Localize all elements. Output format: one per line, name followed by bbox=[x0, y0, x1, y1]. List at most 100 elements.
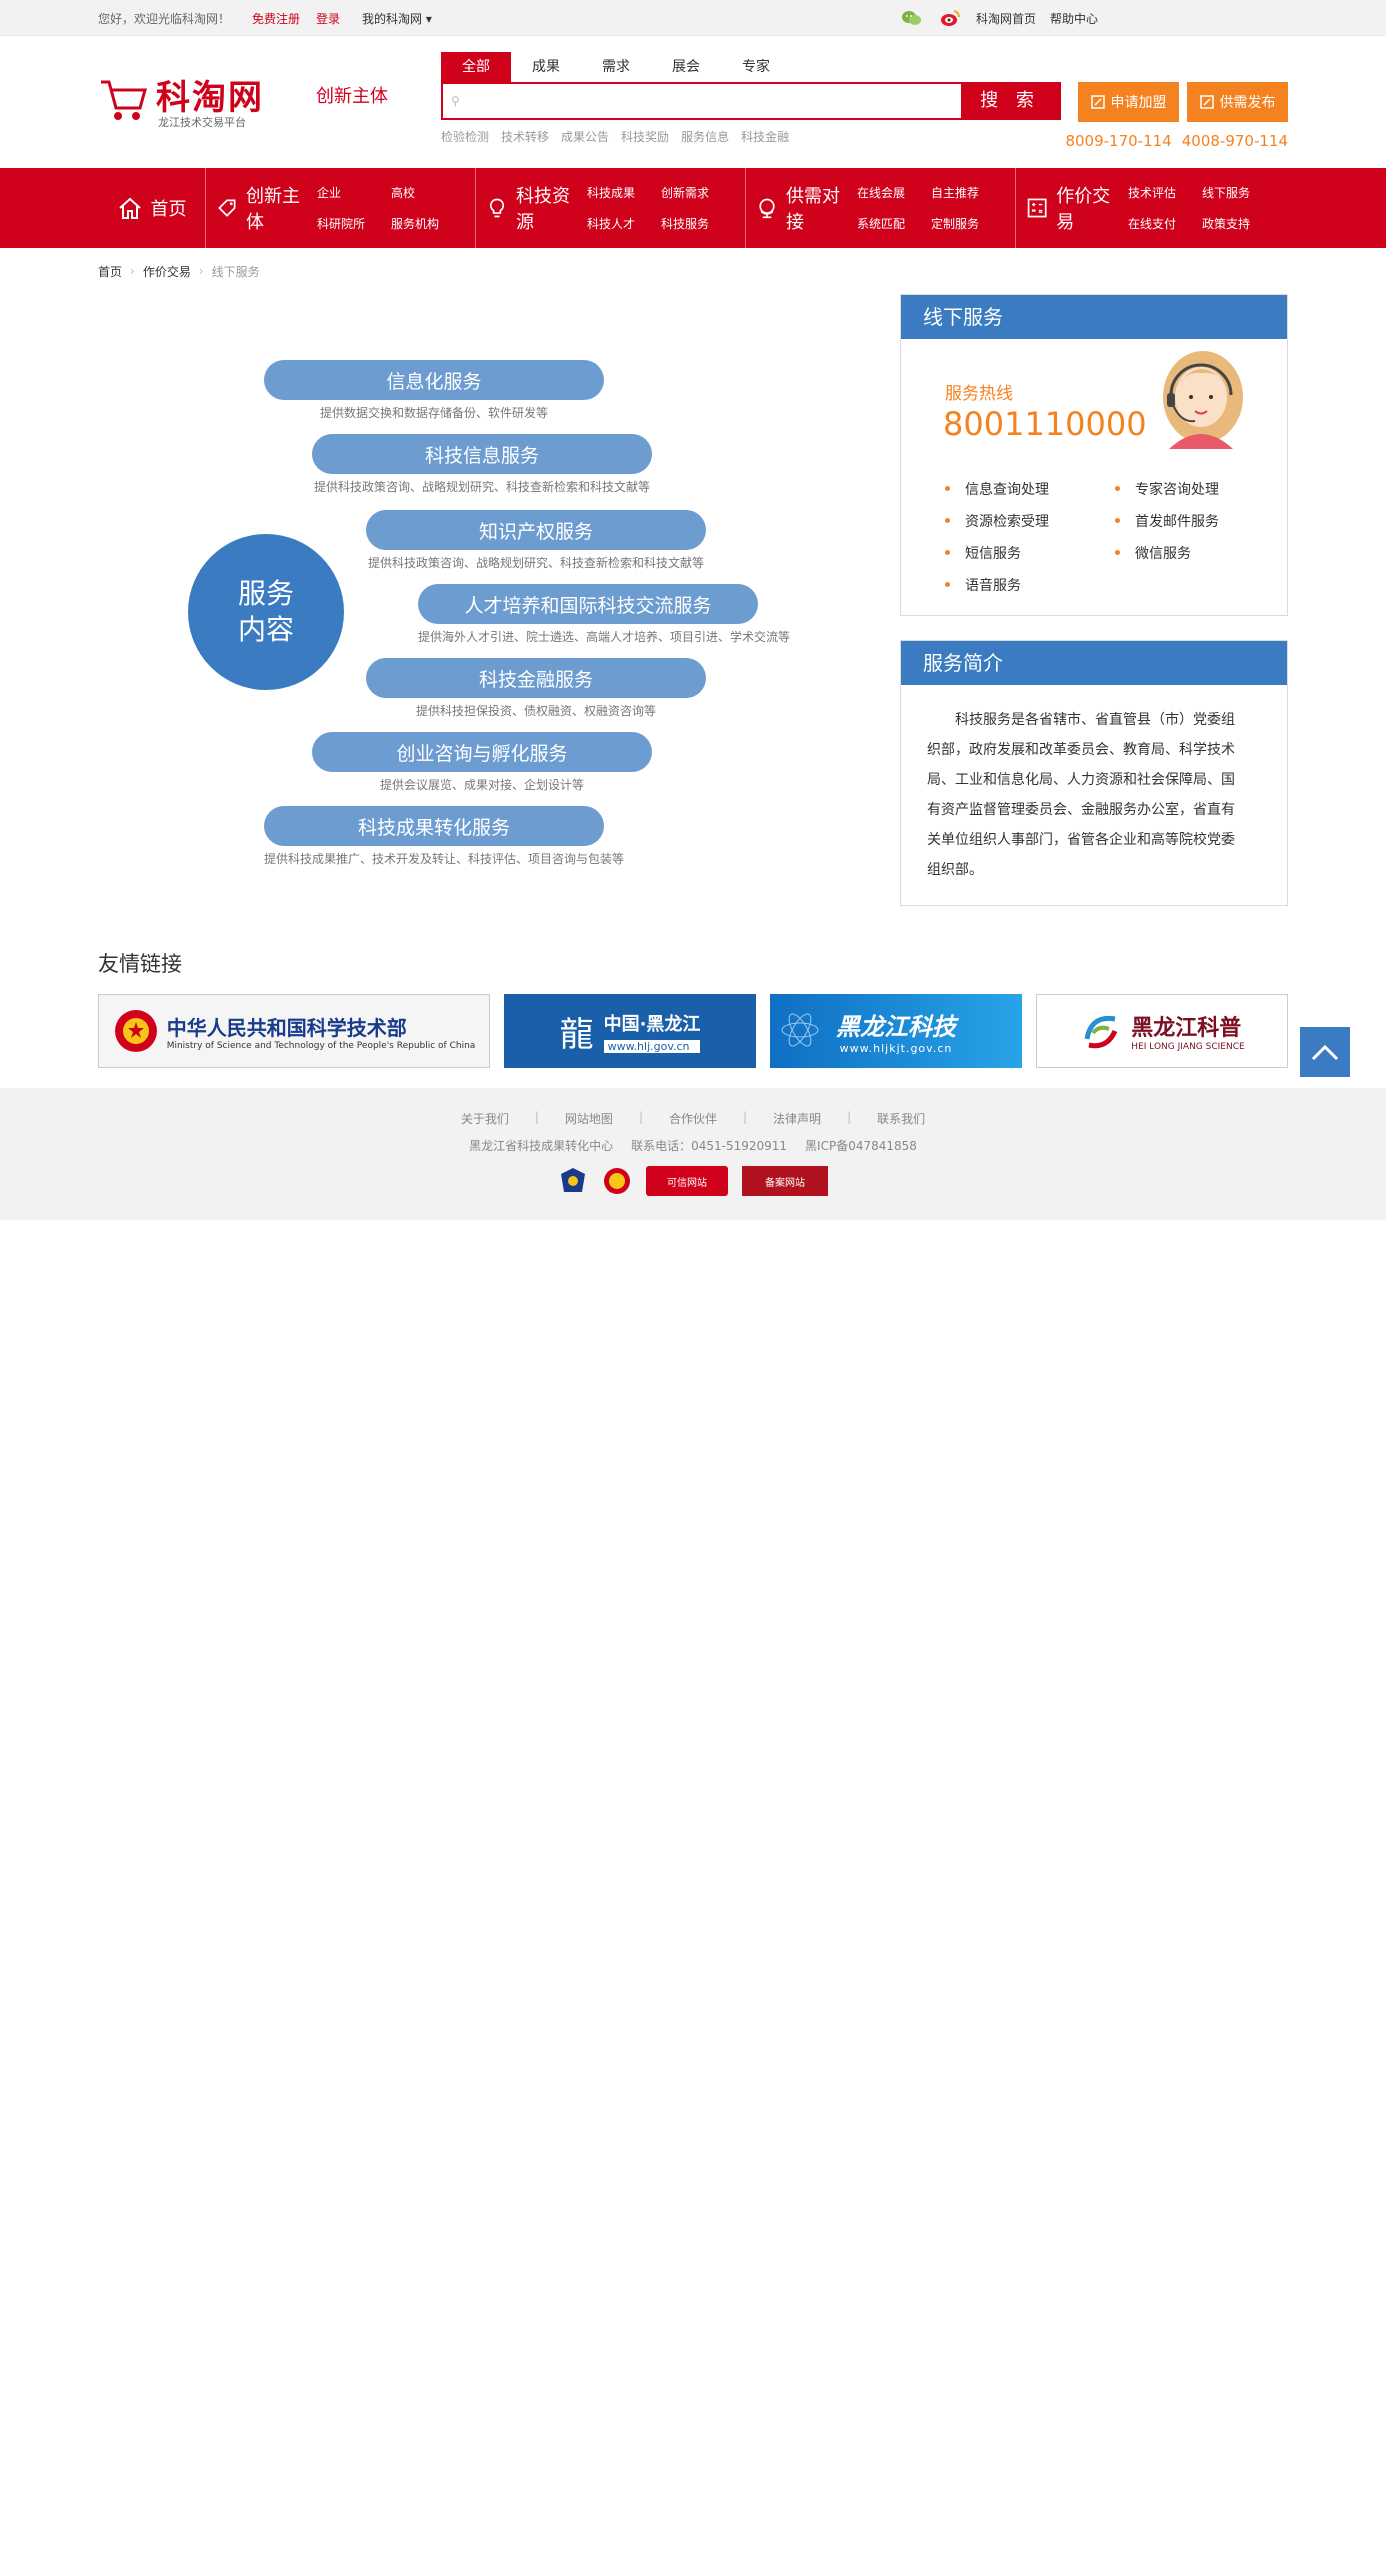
search-input[interactable] bbox=[443, 84, 961, 118]
nav-link[interactable]: 政策支持 bbox=[1202, 215, 1276, 232]
wechat-icon[interactable] bbox=[900, 9, 924, 27]
hot-word[interactable]: 技术转移 bbox=[501, 128, 549, 145]
friend-links: 中华人民共和国科学技术部 Ministry of Science and Tec… bbox=[98, 994, 1288, 1068]
weibo-icon[interactable] bbox=[938, 9, 962, 27]
badge-label: 备案网站 bbox=[765, 1177, 805, 1189]
hotline-number: 8001110000 bbox=[943, 405, 1147, 443]
service-desc: 提供科技成果推广、技术开发及转让、科技评估、项目咨询与包装等 bbox=[264, 852, 625, 866]
service-desc: 提供科技政策咨询、战略规划研究、科技查新检索和科技文献等 bbox=[367, 556, 704, 570]
nav-home[interactable]: 首页 bbox=[98, 168, 206, 248]
offline-service-item[interactable]: 首发邮件服务 bbox=[1115, 511, 1285, 531]
footer-link-about[interactable]: 关于我们 bbox=[461, 1110, 509, 1127]
nav-link[interactable]: 企业 bbox=[317, 184, 391, 201]
publish-demand-button[interactable]: 供需发布 bbox=[1187, 82, 1288, 122]
logo[interactable]: 科淘网 龙江技术交易平台 创新主体 bbox=[98, 68, 398, 129]
friend-link-hlj-gov[interactable]: 龍 中国·黑龙江 www.hlj.gov.cn bbox=[504, 994, 756, 1068]
nav-link[interactable]: 在线支付 bbox=[1128, 215, 1202, 232]
site-home-link[interactable]: 科淘网首页 bbox=[976, 10, 1036, 27]
nav-link[interactable]: 技术评估 bbox=[1128, 184, 1202, 201]
offline-service-box: 线下服务 服务热线 8001110000 信息查询处理 专家咨询处理 资源检索受… bbox=[900, 294, 1288, 616]
offline-service-title: 线下服务 bbox=[901, 295, 1287, 339]
search-button[interactable]: 搜 索 bbox=[961, 84, 1059, 118]
nav-group-title[interactable]: 供需对接 bbox=[786, 182, 847, 234]
nav-group-title[interactable]: 科技资源 bbox=[516, 182, 577, 234]
nav-link[interactable]: 线下服务 bbox=[1202, 184, 1276, 201]
friend-link-name: 黑龙江科普 bbox=[1131, 1016, 1242, 1041]
chevron-up-icon bbox=[1311, 1044, 1339, 1061]
national-emblem-icon bbox=[114, 1010, 157, 1052]
hot-word[interactable]: 成果公告 bbox=[561, 128, 609, 145]
footer-divider: | bbox=[638, 1110, 643, 1124]
footer-link-partners[interactable]: 合作伙伴 bbox=[669, 1110, 717, 1127]
breadcrumb-current: 线下服务 bbox=[211, 264, 260, 279]
apply-join-button[interactable]: 申请加盟 bbox=[1078, 82, 1179, 122]
nav-link[interactable]: 服务机构 bbox=[391, 215, 465, 232]
service-intro-text: 科技服务是各省辖市、省直管县（市）党委组织部，政府发展和改革委员会、教育局、科学… bbox=[927, 712, 1235, 878]
phone-2: 4008-970-114 bbox=[1181, 132, 1288, 150]
offline-service-item[interactable]: 信息查询处理 bbox=[945, 479, 1115, 499]
my-account-dropdown[interactable]: 我的科淘网 ▾ bbox=[362, 10, 432, 27]
service-pill[interactable]: 科技金融服务 bbox=[366, 658, 706, 698]
search-area: 全部 成果 需求 展会 专家 搜 索 ⚲ 检验检测 技术转移 成果公告 科技奖励… bbox=[441, 52, 1061, 145]
hot-word[interactable]: 科技金融 bbox=[741, 128, 789, 145]
footer-link-sitemap[interactable]: 网站地图 bbox=[565, 1110, 613, 1127]
nav-link[interactable]: 在线会展 bbox=[857, 184, 931, 201]
chevron-right-icon: › bbox=[130, 264, 135, 278]
footer-divider: | bbox=[534, 1110, 539, 1124]
search-tab-achievement[interactable]: 成果 bbox=[511, 52, 581, 82]
trusted-site-badge[interactable]: 可信网站 bbox=[646, 1166, 728, 1196]
atom-icon bbox=[781, 1013, 819, 1047]
nav-link[interactable]: 科研院所 bbox=[317, 215, 391, 232]
register-link[interactable]: 免费注册 bbox=[252, 10, 300, 27]
friend-link-hljkjt[interactable]: 黑龙江科技 www.hljkjt.gov.cn bbox=[770, 994, 1022, 1068]
nav-group-title[interactable]: 作价交易 bbox=[1056, 182, 1118, 234]
search-tab-demand[interactable]: 需求 bbox=[581, 52, 651, 82]
offline-service-item[interactable]: 短信服务 bbox=[945, 543, 1115, 563]
search-box: 搜 索 bbox=[441, 82, 1061, 120]
nav-link[interactable]: 创新需求 bbox=[661, 184, 735, 201]
back-to-top-button[interactable] bbox=[1300, 1027, 1350, 1077]
tag-icon bbox=[218, 199, 236, 217]
offline-service-item[interactable]: 语音服务 bbox=[945, 575, 1115, 595]
calculator-icon bbox=[1027, 198, 1047, 218]
registered-site-badge[interactable]: 备案网站 bbox=[742, 1166, 828, 1196]
help-center-link[interactable]: 帮助中心 bbox=[1050, 10, 1098, 27]
friend-link-most[interactable]: 中华人民共和国科学技术部 Ministry of Science and Tec… bbox=[98, 994, 490, 1068]
nav-link[interactable]: 定制服务 bbox=[931, 215, 1005, 232]
friend-link-hlj-science[interactable]: 黑龙江科普 HEI LONG JIANG SCIENCE bbox=[1036, 994, 1288, 1068]
service-pill[interactable]: 科技信息服务 bbox=[312, 434, 652, 474]
service-pill[interactable]: 知识产权服务 bbox=[366, 510, 706, 550]
service-pill[interactable]: 科技成果转化服务 bbox=[264, 806, 604, 846]
nav-link[interactable]: 科技服务 bbox=[661, 215, 735, 232]
service-pill[interactable]: 创业咨询与孵化服务 bbox=[312, 732, 652, 772]
offline-service-item[interactable]: 资源检索受理 bbox=[945, 511, 1115, 531]
search-tab-expert[interactable]: 专家 bbox=[721, 52, 791, 82]
search-tab-all[interactable]: 全部 bbox=[441, 52, 511, 82]
phone-1: 8009-170-114 bbox=[1065, 132, 1172, 150]
hot-words: 检验检测 技术转移 成果公告 科技奖励 服务信息 科技金融 bbox=[441, 128, 1061, 145]
search-tab-expo[interactable]: 展会 bbox=[651, 52, 721, 82]
nav-link[interactable]: 自主推荐 bbox=[931, 184, 1005, 201]
hot-word[interactable]: 检验检测 bbox=[441, 128, 489, 145]
police-badge-icon[interactable] bbox=[558, 1166, 588, 1196]
hot-word[interactable]: 服务信息 bbox=[681, 128, 729, 145]
hot-word[interactable]: 科技奖励 bbox=[621, 128, 669, 145]
footer-link-legal[interactable]: 法律声明 bbox=[773, 1110, 821, 1127]
service-pill[interactable]: 人才培养和国际科技交流服务 bbox=[418, 584, 758, 624]
login-link[interactable]: 登录 bbox=[316, 10, 340, 27]
breadcrumb-parent[interactable]: 作价交易 bbox=[143, 263, 191, 280]
breadcrumb-home[interactable]: 首页 bbox=[98, 263, 122, 280]
nav-group-title[interactable]: 创新主体 bbox=[246, 182, 307, 234]
service-desc: 提供数据交换和数据存储备份、软件研发等 bbox=[319, 406, 548, 420]
offline-service-item[interactable]: 微信服务 bbox=[1115, 543, 1285, 563]
nav-link[interactable]: 科技人才 bbox=[587, 215, 661, 232]
nav-link[interactable]: 高校 bbox=[391, 184, 465, 201]
footer-link-contact[interactable]: 联系我们 bbox=[877, 1110, 925, 1127]
offline-service-item[interactable]: 专家咨询处理 bbox=[1115, 479, 1285, 499]
national-emblem-small-icon[interactable] bbox=[602, 1166, 632, 1196]
service-pill[interactable]: 信息化服务 bbox=[264, 360, 604, 400]
friend-link-sub: www.hljkjt.gov.cn bbox=[839, 1042, 953, 1055]
footer: 关于我们 | 网站地图 | 合作伙伴 | 法律声明 | 联系我们 黑龙江省科技成果转化中… bbox=[0, 1088, 1386, 1220]
nav-link[interactable]: 科技成果 bbox=[587, 184, 661, 201]
nav-link[interactable]: 系统匹配 bbox=[857, 215, 931, 232]
